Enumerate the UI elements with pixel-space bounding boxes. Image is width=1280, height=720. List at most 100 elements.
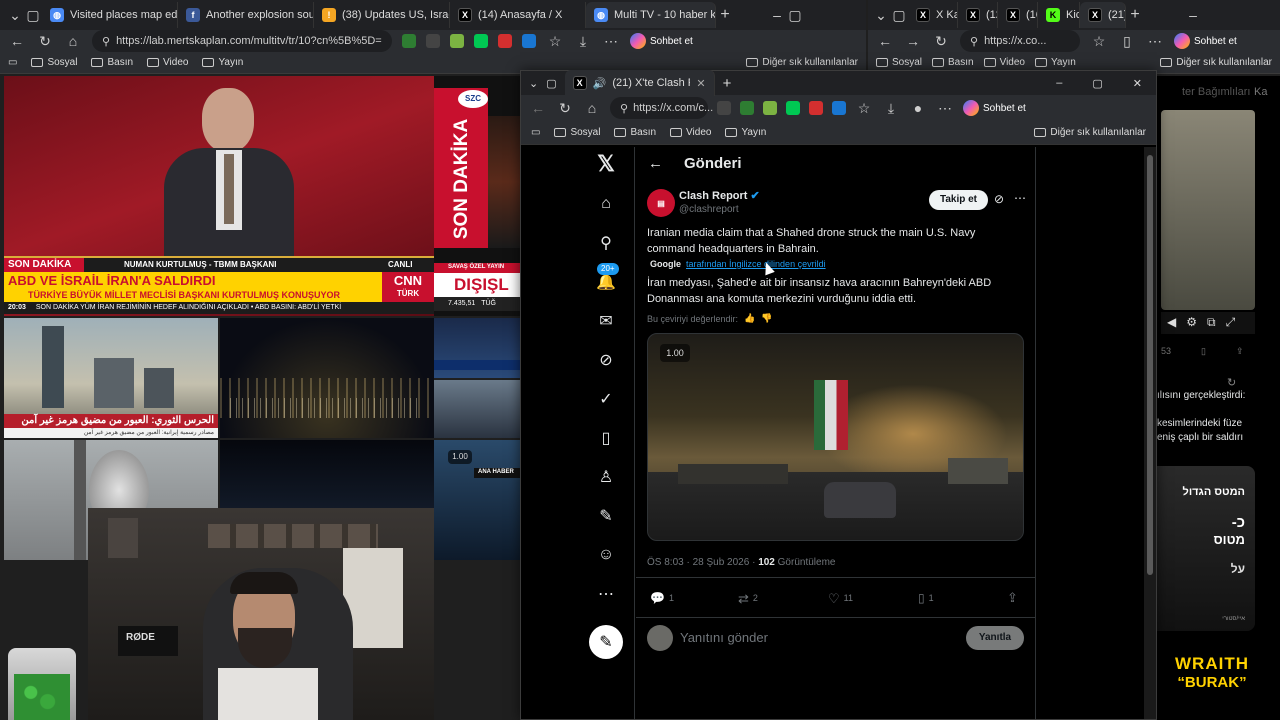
tv-tile-ana-haber[interactable]: 1.00 ANA HABER	[434, 440, 520, 560]
video-thumbnail[interactable]	[1161, 110, 1255, 310]
follow-button[interactable]: Takip et	[929, 190, 988, 210]
extension-icon[interactable]	[832, 101, 846, 115]
repost-action[interactable]: ⇄ 2	[738, 591, 758, 607]
right-tab-5[interactable]: X (21)	[1080, 2, 1126, 28]
downloads-icon[interactable]: ⤓	[882, 100, 900, 117]
tab-multi-tv[interactable]: ◍ Multi TV - 10 haber k ✕	[586, 2, 716, 28]
right-tab-kick[interactable]: K Kick	[1038, 2, 1080, 28]
user-avatar[interactable]	[647, 625, 673, 651]
like-action[interactable]: ♡ 11	[828, 591, 853, 607]
search-icon[interactable]: ⚲	[595, 232, 617, 254]
menu-icon[interactable]: ⋯	[602, 33, 620, 50]
extension-icon[interactable]	[426, 34, 440, 48]
scrollbar-thumb[interactable]	[1147, 155, 1153, 575]
home-icon[interactable]: ⌂	[583, 100, 601, 116]
extension-icon[interactable]	[763, 101, 777, 115]
profile-icon[interactable]: ☺	[595, 544, 617, 566]
tab-list-icon[interactable]: ⌄	[872, 7, 890, 24]
workspaces-icon[interactable]: ▢	[24, 7, 42, 24]
articles-icon[interactable]: ✎	[595, 505, 617, 527]
tv-tile-small-2[interactable]	[434, 380, 520, 438]
copilot-button[interactable]: Sohbet et	[1174, 33, 1237, 49]
downloads-icon[interactable]: ⤓	[574, 33, 592, 50]
close-tab-icon[interactable]: ✕	[696, 77, 705, 90]
video-speed-badge[interactable]: 1.00	[660, 344, 690, 362]
back-icon[interactable]: ←	[529, 100, 547, 116]
other-bookmarks[interactable]: Diğer sık kullanılanlar	[746, 57, 858, 68]
tv-tile-dark-sky[interactable]	[220, 440, 434, 510]
extension-icon[interactable]	[809, 101, 823, 115]
home-icon[interactable]: ⌂	[595, 193, 617, 215]
maximize-icon[interactable]: ▢	[786, 7, 804, 24]
x-logo-icon[interactable]: 𝕏	[595, 151, 617, 176]
tv-tile-night-city[interactable]	[220, 318, 434, 438]
tab-list-icon[interactable]: ⌄	[529, 77, 538, 90]
split-screen-icon[interactable]: ▯	[1118, 33, 1136, 50]
new-tab-icon[interactable]: +	[716, 6, 734, 24]
bookmark-icon[interactable]: ▯	[1201, 346, 1206, 357]
verified-icon[interactable]: ✓	[595, 388, 617, 410]
address-bar[interactable]: ⚲ https://x.com/c...	[610, 97, 713, 119]
menu-icon[interactable]: ⋯	[936, 100, 954, 117]
bookmark-video[interactable]: Video	[147, 57, 188, 68]
audio-icon[interactable]: 🔊	[593, 77, 607, 90]
back-arrow-icon[interactable]: ←	[648, 155, 663, 172]
tv-tile-szc[interactable]: SZC SON DAKİKA SAVAŞ ÖZEL YAYIN DIŞIŞL 7…	[434, 76, 520, 316]
bookmarks-menu-icon[interactable]: ▭	[8, 57, 17, 68]
copilot-button[interactable]: Sohbet et	[630, 33, 693, 49]
menu-icon[interactable]: ⋯	[1146, 33, 1164, 50]
back-icon[interactable]: ←	[876, 33, 894, 49]
refresh-icon[interactable]: ↻	[36, 33, 54, 50]
tab-updates-us-israel[interactable]: ! (38) Updates US, Israel atta	[314, 2, 450, 28]
author-name[interactable]: Clash Report	[679, 190, 747, 202]
extension-icon[interactable]	[498, 34, 512, 48]
tab-visited-places[interactable]: ◍ Visited places map editor	[42, 2, 178, 28]
new-tab-icon[interactable]: +	[1126, 6, 1144, 24]
minimize-icon[interactable]: –	[1184, 7, 1202, 23]
grok-icon[interactable]: ⊘	[595, 349, 617, 371]
x-active-tab[interactable]: X 🔊 (21) X'te Clash Report: "Irania ✕	[564, 70, 715, 96]
workspaces-icon[interactable]: ▢	[546, 77, 556, 90]
bookmark-action[interactable]: ▯ 1	[918, 591, 934, 605]
extension-icon[interactable]	[474, 34, 488, 48]
post-timestamp[interactable]: ÖS 8:03 · 28 Şub 2026 ·	[647, 557, 758, 568]
refresh-icon[interactable]: ↻	[932, 33, 950, 50]
extension-icon[interactable]	[402, 34, 416, 48]
site-info-icon[interactable]: ⚲	[620, 102, 628, 115]
bookmark-video[interactable]: Video	[670, 127, 711, 138]
bookmark-sosyal[interactable]: Sosyal	[554, 127, 600, 138]
extension-icon[interactable]	[740, 101, 754, 115]
back-icon[interactable]: ←	[8, 33, 26, 49]
minimize-icon[interactable]: –	[1056, 77, 1062, 89]
tab-anasayfa-x[interactable]: X (14) Anasayfa / X	[450, 2, 586, 28]
right-tab-3[interactable]: X (16)	[998, 2, 1038, 28]
bookmark-basin[interactable]: Basın	[932, 57, 974, 68]
minimize-icon[interactable]: –	[768, 7, 786, 23]
site-info-icon[interactable]: ⚲	[102, 35, 110, 48]
favorites-icon[interactable]: ☆	[1090, 33, 1108, 50]
bookmarks-menu-icon[interactable]: ▭	[531, 127, 540, 138]
maximize-icon[interactable]: ▢	[1092, 77, 1102, 90]
extension-icon[interactable]	[522, 34, 536, 48]
home-icon[interactable]: ⌂	[64, 33, 82, 49]
other-bookmarks[interactable]: Diğer sık kullanılanlar	[1160, 57, 1272, 68]
tv-tile-skyline[interactable]: الحرس الثوري: العبور من مضيق هرمز غير آم…	[4, 318, 218, 438]
pip-icon[interactable]: ⧉	[1207, 315, 1216, 331]
bookmark-yayin[interactable]: Yayın	[725, 127, 766, 138]
translated-by-link[interactable]: tarafından İngilizce dilinden çevrildi	[686, 259, 826, 269]
address-bar[interactable]: ⚲ https://lab.mertskaplan.com/multitv/tr…	[92, 30, 392, 52]
bookmark-yayin[interactable]: Yayın	[202, 57, 243, 68]
right-tab-2[interactable]: X (12)	[958, 2, 998, 28]
reply-button[interactable]: Yanıtla	[966, 626, 1024, 650]
notifications-icon[interactable]: 🔔 20+	[595, 263, 619, 293]
bookmark-yayin[interactable]: Yayın	[1035, 57, 1076, 68]
reply-input[interactable]: Yanıtını gönder	[680, 630, 768, 645]
share-icon[interactable]: ⇪	[1007, 590, 1018, 606]
right-tab-1[interactable]: X X Ka	[908, 2, 958, 28]
bookmark-video[interactable]: Video	[983, 57, 1025, 68]
share-icon[interactable]: ⇪	[1236, 346, 1244, 357]
address-bar[interactable]: ⚲ https://x.co...	[960, 30, 1080, 52]
new-tab-icon[interactable]: +	[723, 75, 732, 92]
profile-avatar[interactable]: ●	[909, 100, 927, 116]
workspaces-icon[interactable]: ▢	[890, 7, 908, 24]
